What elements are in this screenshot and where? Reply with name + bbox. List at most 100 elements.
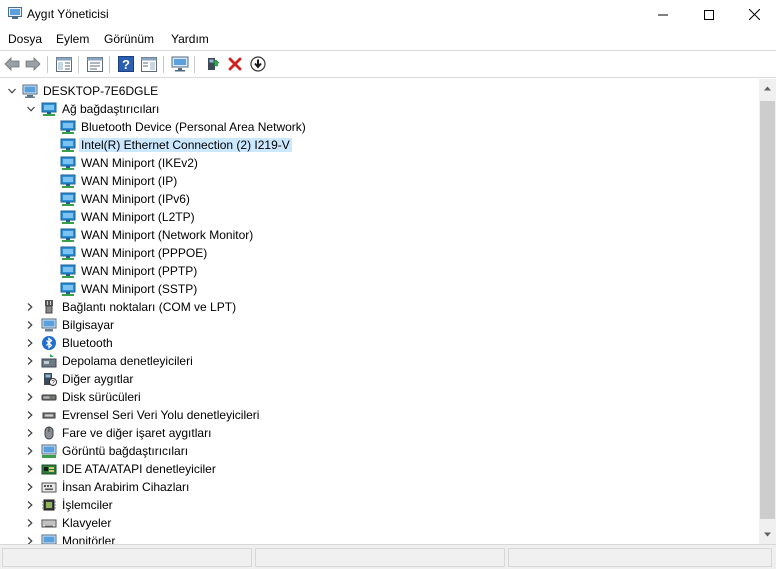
chevron-right-icon[interactable] (25, 320, 35, 330)
category-label: Ağ bağdaştırıcıları (62, 102, 160, 116)
forward-icon (25, 57, 41, 71)
ide-controller-icon (41, 464, 57, 475)
network-adapter-icon (60, 228, 76, 242)
category-item[interactable]: Evrensel Seri Veri Yolu denetleyicileri (0, 406, 400, 424)
category-label: IDE ATA/ATAPI denetleyiciler (62, 462, 216, 476)
menu-eylem[interactable]: Eylem (56, 32, 89, 46)
close-button[interactable] (731, 0, 776, 29)
category-network-adapters[interactable]: Ağ bağdaştırıcıları (0, 100, 300, 118)
adapter-item[interactable]: Intel(R) Ethernet Connection (2) I219-V (0, 136, 400, 154)
chevron-right-icon[interactable] (25, 302, 35, 312)
adapter-item[interactable]: Bluetooth Device (Personal Area Network) (0, 118, 400, 136)
network-adapter-icon (60, 192, 76, 206)
chevron-down-icon[interactable] (26, 104, 36, 114)
adapter-item[interactable]: WAN Miniport (PPTP) (0, 262, 400, 280)
category-item[interactable]: IDE ATA/ATAPI denetleyiciler (0, 460, 400, 478)
category-item[interactable]: ? Diğer aygıtlar (0, 370, 400, 388)
chevron-right-icon[interactable] (25, 518, 35, 528)
back-icon (4, 57, 20, 71)
help-button[interactable]: ? (117, 55, 135, 73)
processor-icon (42, 499, 56, 511)
adapter-item[interactable]: WAN Miniport (PPPOE) (0, 244, 400, 262)
category-label: Bluetooth (62, 336, 113, 350)
show-hide-tree-button[interactable] (55, 55, 73, 73)
adapter-item[interactable]: WAN Miniport (SSTP) (0, 280, 400, 298)
category-label: Evrensel Seri Veri Yolu denetleyicileri (62, 408, 260, 422)
properties-button[interactable] (86, 55, 104, 73)
adapter-item[interactable]: WAN Miniport (IKEv2) (0, 154, 400, 172)
computer-icon (22, 84, 38, 98)
chevron-right-icon[interactable] (25, 428, 35, 438)
network-adapter-icon (60, 156, 76, 170)
category-item[interactable]: Klavyeler (0, 514, 400, 532)
monitor-icon (41, 534, 57, 544)
network-adapter-icon (60, 174, 76, 188)
network-adapter-icon (60, 210, 76, 224)
adapter-label: WAN Miniport (L2TP) (81, 210, 195, 224)
device-manager-icon (8, 7, 22, 19)
forward-button[interactable] (24, 55, 42, 73)
category-label: Bilgisayar (62, 318, 115, 332)
vertical-scrollbar[interactable] (759, 79, 776, 544)
chevron-right-icon[interactable] (25, 482, 35, 492)
network-adapter-icon (60, 246, 76, 260)
category-item[interactable]: Depolama denetleyicileri (0, 352, 400, 370)
chevron-right-icon[interactable] (25, 464, 35, 474)
scroll-down-icon[interactable] (763, 530, 772, 539)
unknown-device-icon: ? (44, 373, 57, 387)
category-item[interactable]: Disk sürücüleri (0, 388, 400, 406)
chevron-down-icon[interactable] (7, 86, 17, 96)
status-pane (255, 548, 505, 567)
network-adapter-icon (60, 282, 76, 296)
menu-bar: Dosya Eylem Görünüm Yardım (0, 29, 776, 50)
display-button[interactable] (171, 55, 189, 73)
minimize-icon (658, 14, 668, 15)
maximize-button[interactable] (686, 0, 732, 29)
category-label: Fare ve diğer işaret aygıtları (62, 426, 212, 440)
tree-root[interactable]: DESKTOP-7E6DGLE (0, 82, 300, 100)
adapter-item[interactable]: WAN Miniport (Network Monitor) (0, 226, 400, 244)
adapter-item[interactable]: WAN Miniport (IPv6) (0, 190, 400, 208)
category-item[interactable]: Monitörler (0, 532, 400, 544)
usb-icon (42, 412, 56, 419)
category-label: Depolama denetleyicileri (62, 354, 193, 368)
adapter-item[interactable]: WAN Miniport (IP) (0, 172, 400, 190)
chevron-right-icon[interactable] (25, 338, 35, 348)
adapter-label: Bluetooth Device (Personal Area Network) (81, 120, 306, 134)
category-item[interactable]: Görüntü bağdaştırıcıları (0, 442, 400, 460)
scroll-up-icon[interactable] (763, 84, 772, 93)
display-adapter-icon (41, 444, 57, 458)
chevron-right-icon[interactable] (25, 392, 35, 402)
chevron-right-icon[interactable] (25, 536, 35, 544)
back-button[interactable] (3, 55, 21, 73)
chevron-right-icon[interactable] (25, 446, 35, 456)
category-item[interactable]: Bağlantı noktaları (COM ve LPT) (0, 298, 400, 316)
storage-controller-icon (41, 354, 57, 368)
update-driver-button[interactable] (203, 55, 221, 73)
scrollbar-thumb[interactable] (760, 101, 775, 519)
adapter-item[interactable]: WAN Miniport (L2TP) (0, 208, 400, 226)
category-label: Görüntü bağdaştırıcıları (62, 444, 189, 458)
action-pane-button[interactable] (140, 55, 158, 73)
menu-gorunum[interactable]: Görünüm (104, 32, 154, 46)
mouse-icon (44, 426, 54, 440)
category-item[interactable]: Fare ve diğer işaret aygıtları (0, 424, 400, 442)
category-label: İnsan Arabirim Cihazları (62, 480, 190, 494)
display-icon (171, 56, 189, 72)
chevron-right-icon[interactable] (25, 500, 35, 510)
device-tree: DESKTOP-7E6DGLE Ağ bağdaştırıcıları Blue… (0, 79, 759, 544)
menu-dosya[interactable]: Dosya (8, 32, 42, 46)
keyboard-icon (41, 519, 57, 528)
minimize-button[interactable] (640, 0, 686, 29)
chevron-right-icon[interactable] (25, 374, 35, 384)
chevron-right-icon[interactable] (25, 410, 35, 420)
category-item[interactable]: Bilgisayar (0, 316, 400, 334)
uninstall-button[interactable] (226, 55, 244, 73)
menu-yardim[interactable]: Yardım (171, 32, 209, 46)
category-item[interactable]: Bluetooth (0, 334, 400, 352)
uninstall-icon (228, 57, 242, 71)
disable-device-button[interactable] (249, 55, 267, 73)
category-item[interactable]: İnsan Arabirim Cihazları (0, 478, 400, 496)
category-item[interactable]: İşlemciler (0, 496, 400, 514)
chevron-right-icon[interactable] (25, 356, 35, 366)
